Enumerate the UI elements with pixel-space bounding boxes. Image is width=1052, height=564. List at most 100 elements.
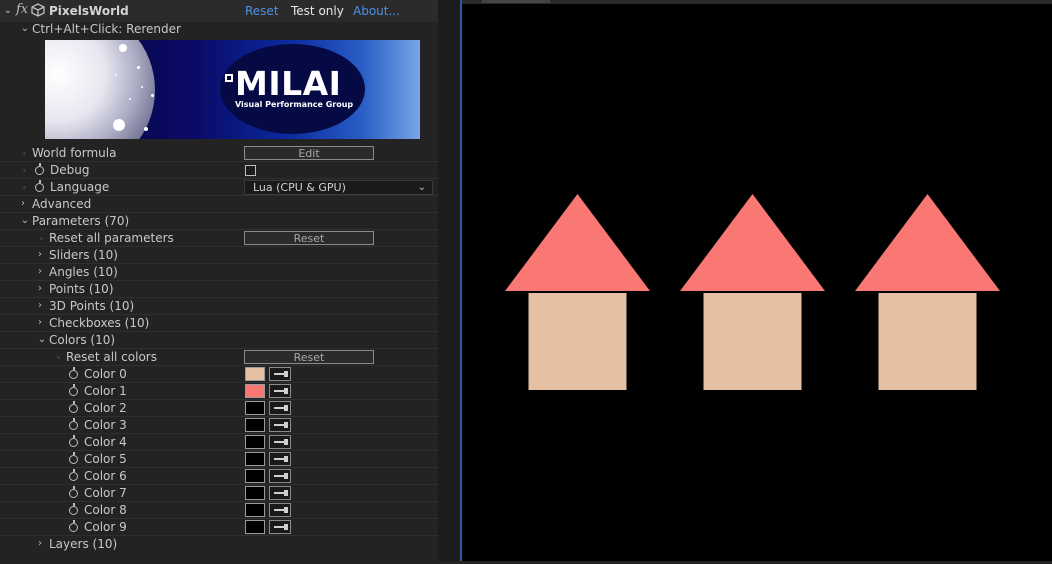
bullet-icon: [57, 356, 60, 359]
stopwatch-icon[interactable]: [35, 163, 44, 175]
color-param-label: Color 3: [84, 418, 127, 432]
about-link[interactable]: About...: [353, 4, 400, 19]
group-angles-label: Angles (10): [49, 265, 118, 279]
stopwatch-icon[interactable]: [69, 486, 78, 498]
stopwatch-icon[interactable]: [69, 418, 78, 430]
bullet-icon: [23, 186, 26, 189]
effect-name: PixelsWorld: [49, 4, 129, 18]
color-param-label: Color 2: [84, 401, 127, 415]
eyedropper-icon[interactable]: [269, 384, 291, 398]
color-param-row: Color 2: [0, 400, 438, 417]
chevron-down-icon[interactable]: ⌄: [20, 215, 30, 227]
group-3d-points-label: 3D Points (10): [49, 299, 135, 313]
color-swatch[interactable]: [245, 401, 265, 415]
color-swatch[interactable]: [245, 469, 265, 483]
bullet-icon: [40, 237, 43, 240]
advanced-label: Advanced: [32, 197, 92, 211]
stopwatch-icon[interactable]: [69, 520, 78, 532]
star-icon: [151, 94, 154, 97]
viewer-tab[interactable]: [482, 0, 550, 3]
group-checkboxes[interactable]: › Checkboxes (10): [0, 315, 438, 332]
group-points[interactable]: › Points (10): [0, 281, 438, 298]
color-swatch[interactable]: [245, 452, 265, 466]
stopwatch-icon[interactable]: [69, 367, 78, 379]
house-roof: [680, 194, 825, 291]
color-swatch[interactable]: [245, 486, 265, 500]
stopwatch-icon[interactable]: [69, 401, 78, 413]
stopwatch-icon[interactable]: [69, 384, 78, 396]
color-swatch[interactable]: [245, 435, 265, 449]
reset-all-colors-row: Reset all colors Reset: [0, 349, 438, 366]
edit-button[interactable]: Edit: [244, 146, 374, 160]
eyedropper-icon[interactable]: [269, 469, 291, 483]
eyedropper-icon[interactable]: [269, 367, 291, 381]
group-3d-points[interactable]: › 3D Points (10): [0, 298, 438, 315]
eyedropper-icon[interactable]: [269, 401, 291, 415]
panel-gutter: [438, 0, 460, 561]
debug-label: Debug: [50, 163, 90, 177]
group-colors[interactable]: ⌄ Colors (10): [0, 332, 438, 349]
stopwatch-icon[interactable]: [69, 452, 78, 464]
house-wall: [703, 293, 802, 390]
banner-tagline: Visual Performance Group: [235, 100, 354, 109]
reset-all-parameters-row: Reset all parameters Reset: [0, 230, 438, 247]
stopwatch-icon[interactable]: [35, 180, 44, 192]
advanced-row[interactable]: › Advanced: [0, 196, 438, 213]
logo-square-icon: [225, 74, 233, 82]
color-param-row: Color 0: [0, 366, 438, 383]
color-swatch[interactable]: [245, 384, 265, 398]
stopwatch-icon[interactable]: [69, 469, 78, 481]
reset-parameters-button[interactable]: Reset: [244, 231, 374, 245]
color-swatch[interactable]: [245, 503, 265, 517]
color-param-label: Color 1: [84, 384, 127, 398]
eyedropper-icon[interactable]: [269, 418, 291, 432]
chevron-right-icon[interactable]: ›: [35, 266, 45, 278]
eyedropper-icon[interactable]: [269, 520, 291, 534]
stopwatch-icon[interactable]: [69, 503, 78, 515]
color-param-row: Color 9: [0, 519, 438, 536]
star-icon: [137, 66, 140, 69]
house-wall: [528, 293, 627, 390]
group-sliders[interactable]: › Sliders (10): [0, 247, 438, 264]
chevron-down-icon: ⌄: [417, 182, 426, 193]
eyedropper-icon[interactable]: [269, 435, 291, 449]
chevron-right-icon[interactable]: ›: [18, 198, 28, 210]
chevron-right-icon[interactable]: ›: [35, 317, 45, 329]
reset-all-colors-label: Reset all colors: [66, 350, 157, 364]
color-swatch[interactable]: [245, 367, 265, 381]
chevron-right-icon[interactable]: ›: [35, 249, 45, 261]
parameters-row[interactable]: ⌄ Parameters (70): [0, 213, 438, 230]
color-swatch[interactable]: [245, 520, 265, 534]
house-roof: [855, 194, 1000, 291]
language-select[interactable]: Lua (CPU & GPU) ⌄: [244, 180, 433, 195]
language-row: Language Lua (CPU & GPU) ⌄: [0, 179, 438, 196]
reset-link[interactable]: Reset: [245, 4, 279, 19]
color-param-label: Color 4: [84, 435, 127, 449]
color-param-row: Color 7: [0, 485, 438, 502]
group-angles[interactable]: › Angles (10): [0, 264, 438, 281]
fx-icon[interactable]: fx: [16, 2, 28, 17]
reset-all-parameters-label: Reset all parameters: [49, 231, 174, 245]
stopwatch-icon[interactable]: [69, 435, 78, 447]
milai-banner[interactable]: MILAI Visual Performance Group: [45, 40, 420, 139]
debug-checkbox[interactable]: [245, 165, 256, 176]
group-layers-label: Layers (10): [49, 537, 118, 551]
chevron-down-icon[interactable]: ⌄: [37, 334, 47, 346]
chevron-right-icon[interactable]: ›: [35, 283, 45, 295]
house-wall: [878, 293, 977, 390]
chevron-right-icon[interactable]: ›: [35, 300, 45, 312]
reset-colors-button[interactable]: Reset: [244, 350, 374, 364]
composition-viewer[interactable]: [462, 0, 1052, 561]
bullet-icon: [23, 152, 26, 155]
effect-controls-panel: ⌄ fx PixelsWorld Reset Test only About..…: [0, 0, 438, 561]
chevron-right-icon[interactable]: ›: [35, 538, 45, 550]
group-layers[interactable]: › Layers (10): [0, 536, 438, 553]
eyedropper-icon[interactable]: [269, 486, 291, 500]
collapse-chevron-icon[interactable]: ⌄: [3, 5, 13, 17]
chevron-down-icon[interactable]: ⌄: [20, 23, 30, 35]
test-only-link[interactable]: Test only: [291, 4, 344, 19]
color-swatch[interactable]: [245, 418, 265, 432]
eyedropper-icon[interactable]: [269, 503, 291, 517]
eyedropper-icon[interactable]: [269, 452, 291, 466]
color-param-row: Color 3: [0, 417, 438, 434]
